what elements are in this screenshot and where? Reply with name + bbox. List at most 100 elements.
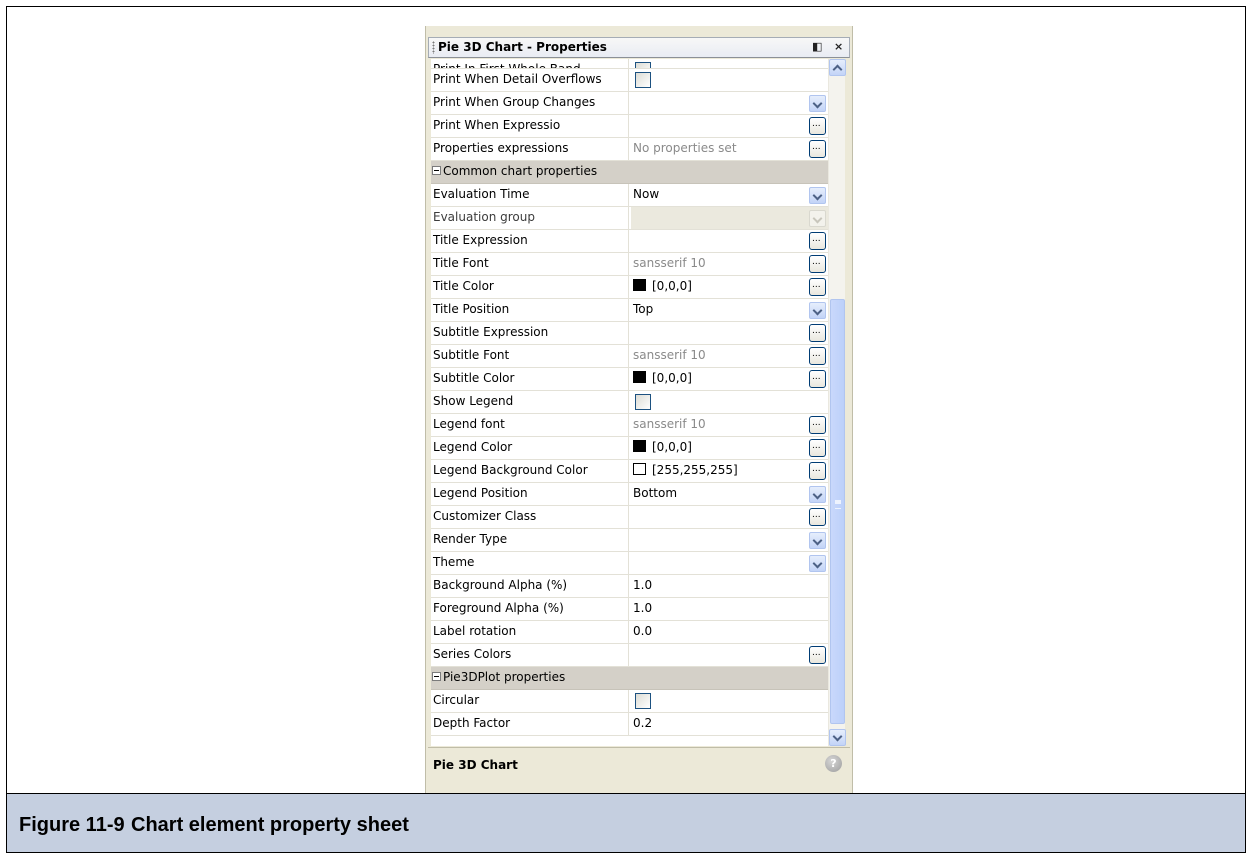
- property-value[interactable]: [631, 59, 828, 68]
- property-value-text: [0,0,0]: [652, 371, 692, 385]
- property-value[interactable]: 1.0: [631, 575, 828, 597]
- description-title: Pie 3D Chart: [433, 758, 518, 772]
- ellipsis-button[interactable]: [809, 117, 826, 135]
- property-row-legend-font[interactable]: Legend font sansserif 10: [431, 414, 828, 437]
- collapse-icon[interactable]: [432, 166, 441, 175]
- scroll-down-button[interactable]: [829, 729, 846, 746]
- vertical-scrollbar[interactable]: [828, 59, 846, 746]
- scroll-thumb[interactable]: [830, 299, 845, 724]
- property-value[interactable]: [631, 230, 828, 252]
- checkbox[interactable]: [635, 62, 651, 68]
- property-row-legend-background-color[interactable]: Legend Background Color [255,255,255]: [431, 460, 828, 483]
- property-value-text: 0.2: [633, 716, 653, 730]
- property-value[interactable]: sansserif 10: [631, 345, 828, 367]
- ellipsis-button[interactable]: [809, 232, 826, 250]
- ellipsis-button[interactable]: [809, 278, 826, 296]
- ellipsis-button[interactable]: [809, 416, 826, 434]
- property-row-background-alpha[interactable]: Background Alpha (%) 1.0: [431, 575, 828, 598]
- property-value[interactable]: [0,0,0]: [631, 276, 828, 298]
- dropdown-arrow-icon: [809, 210, 826, 227]
- property-row-print-in-first-whole-band[interactable]: Print In First Whole Band: [431, 59, 828, 69]
- ellipsis-button[interactable]: [809, 462, 826, 480]
- property-value[interactable]: [631, 529, 828, 551]
- help-icon[interactable]: ?: [825, 755, 842, 772]
- property-row-subtitle-color[interactable]: Subtitle Color [0,0,0]: [431, 368, 828, 391]
- property-value[interactable]: [255,255,255]: [631, 460, 828, 482]
- property-value[interactable]: [631, 644, 828, 666]
- property-row-subtitle-expression[interactable]: Subtitle Expression: [431, 322, 828, 345]
- property-value[interactable]: [631, 92, 828, 114]
- panel-title: Pie 3D Chart - Properties: [438, 40, 607, 54]
- checkbox[interactable]: [635, 72, 651, 88]
- category-label: Common chart properties: [443, 164, 598, 178]
- dropdown-arrow-icon[interactable]: [809, 302, 826, 319]
- collapse-icon[interactable]: [432, 672, 441, 681]
- property-value[interactable]: Now: [631, 184, 828, 206]
- scroll-up-button[interactable]: [829, 59, 846, 76]
- property-row-evaluation-group[interactable]: Evaluation group: [431, 207, 828, 230]
- property-row-title-font[interactable]: Title Font sansserif 10: [431, 253, 828, 276]
- property-name: Label rotation: [431, 621, 629, 643]
- drag-grip-icon[interactable]: [432, 41, 435, 54]
- property-row-print-when-expressio[interactable]: Print When Expressio: [431, 115, 828, 138]
- ellipsis-button[interactable]: [809, 140, 826, 158]
- property-value[interactable]: 0.2: [631, 713, 828, 735]
- dropdown-arrow-icon[interactable]: [809, 532, 826, 549]
- property-row-print-when-group-changes[interactable]: Print When Group Changes: [431, 92, 828, 115]
- property-value[interactable]: Top: [631, 299, 828, 321]
- property-value[interactable]: 0.0: [631, 621, 828, 643]
- dropdown-arrow-icon[interactable]: [809, 95, 826, 112]
- property-row-print-when-detail-overflows[interactable]: Print When Detail Overflows: [431, 69, 828, 92]
- property-row-title-position[interactable]: Title Position Top: [431, 299, 828, 322]
- dropdown-arrow-icon[interactable]: [809, 486, 826, 503]
- property-row-legend-color[interactable]: Legend Color [0,0,0]: [431, 437, 828, 460]
- ellipsis-button[interactable]: [809, 255, 826, 273]
- ellipsis-button[interactable]: [809, 646, 826, 664]
- checkbox[interactable]: [635, 394, 651, 410]
- property-row-series-colors[interactable]: Series Colors: [431, 644, 828, 667]
- ellipsis-button[interactable]: [809, 370, 826, 388]
- minimize-panel-icon[interactable]: ◧: [812, 40, 822, 53]
- property-value[interactable]: [631, 552, 828, 574]
- property-value[interactable]: sansserif 10: [631, 414, 828, 436]
- property-row-evaluation-time[interactable]: Evaluation Time Now: [431, 184, 828, 207]
- checkbox[interactable]: [635, 693, 651, 709]
- property-row-foreground-alpha[interactable]: Foreground Alpha (%) 1.0: [431, 598, 828, 621]
- property-row-theme[interactable]: Theme: [431, 552, 828, 575]
- property-value[interactable]: [631, 690, 828, 712]
- property-row-properties-expressions[interactable]: Properties expressions No properties set: [431, 138, 828, 161]
- property-row-title-color[interactable]: Title Color [0,0,0]: [431, 276, 828, 299]
- property-value[interactable]: [0,0,0]: [631, 368, 828, 390]
- ellipsis-button[interactable]: [809, 439, 826, 457]
- property-row-circular[interactable]: Circular: [431, 690, 828, 713]
- dropdown-arrow-icon[interactable]: [809, 187, 826, 204]
- property-row-render-type[interactable]: Render Type: [431, 529, 828, 552]
- ellipsis-button[interactable]: [809, 324, 826, 342]
- property-value[interactable]: [631, 391, 828, 413]
- property-row-legend-position[interactable]: Legend Position Bottom: [431, 483, 828, 506]
- property-value[interactable]: [631, 506, 828, 528]
- property-row-show-legend[interactable]: Show Legend: [431, 391, 828, 414]
- property-row-title-expression[interactable]: Title Expression: [431, 230, 828, 253]
- category-common-chart-properties[interactable]: Common chart properties: [431, 161, 828, 184]
- property-value-text: Now: [633, 187, 660, 201]
- property-value[interactable]: sansserif 10: [631, 253, 828, 275]
- property-row-depth-factor[interactable]: Depth Factor 0.2: [431, 713, 828, 736]
- property-row-subtitle-font[interactable]: Subtitle Font sansserif 10: [431, 345, 828, 368]
- dropdown-arrow-icon[interactable]: [809, 555, 826, 572]
- close-icon[interactable]: ×: [834, 40, 843, 53]
- property-row-customizer-class[interactable]: Customizer Class: [431, 506, 828, 529]
- property-name: Subtitle Color: [431, 368, 629, 390]
- ellipsis-button[interactable]: [809, 347, 826, 365]
- category-pie3dplot-properties[interactable]: Pie3DPlot properties: [431, 667, 828, 690]
- property-value[interactable]: 1.0: [631, 598, 828, 620]
- property-value[interactable]: [0,0,0]: [631, 437, 828, 459]
- property-value[interactable]: [631, 69, 828, 91]
- property-value[interactable]: [631, 115, 828, 137]
- ellipsis-button[interactable]: [809, 508, 826, 526]
- property-row-label-rotation[interactable]: Label rotation 0.0: [431, 621, 828, 644]
- panel-titlebar[interactable]: Pie 3D Chart - Properties ◧ ×: [428, 37, 850, 58]
- property-value[interactable]: [631, 322, 828, 344]
- property-value[interactable]: No properties set: [631, 138, 828, 160]
- property-value[interactable]: Bottom: [631, 483, 828, 505]
